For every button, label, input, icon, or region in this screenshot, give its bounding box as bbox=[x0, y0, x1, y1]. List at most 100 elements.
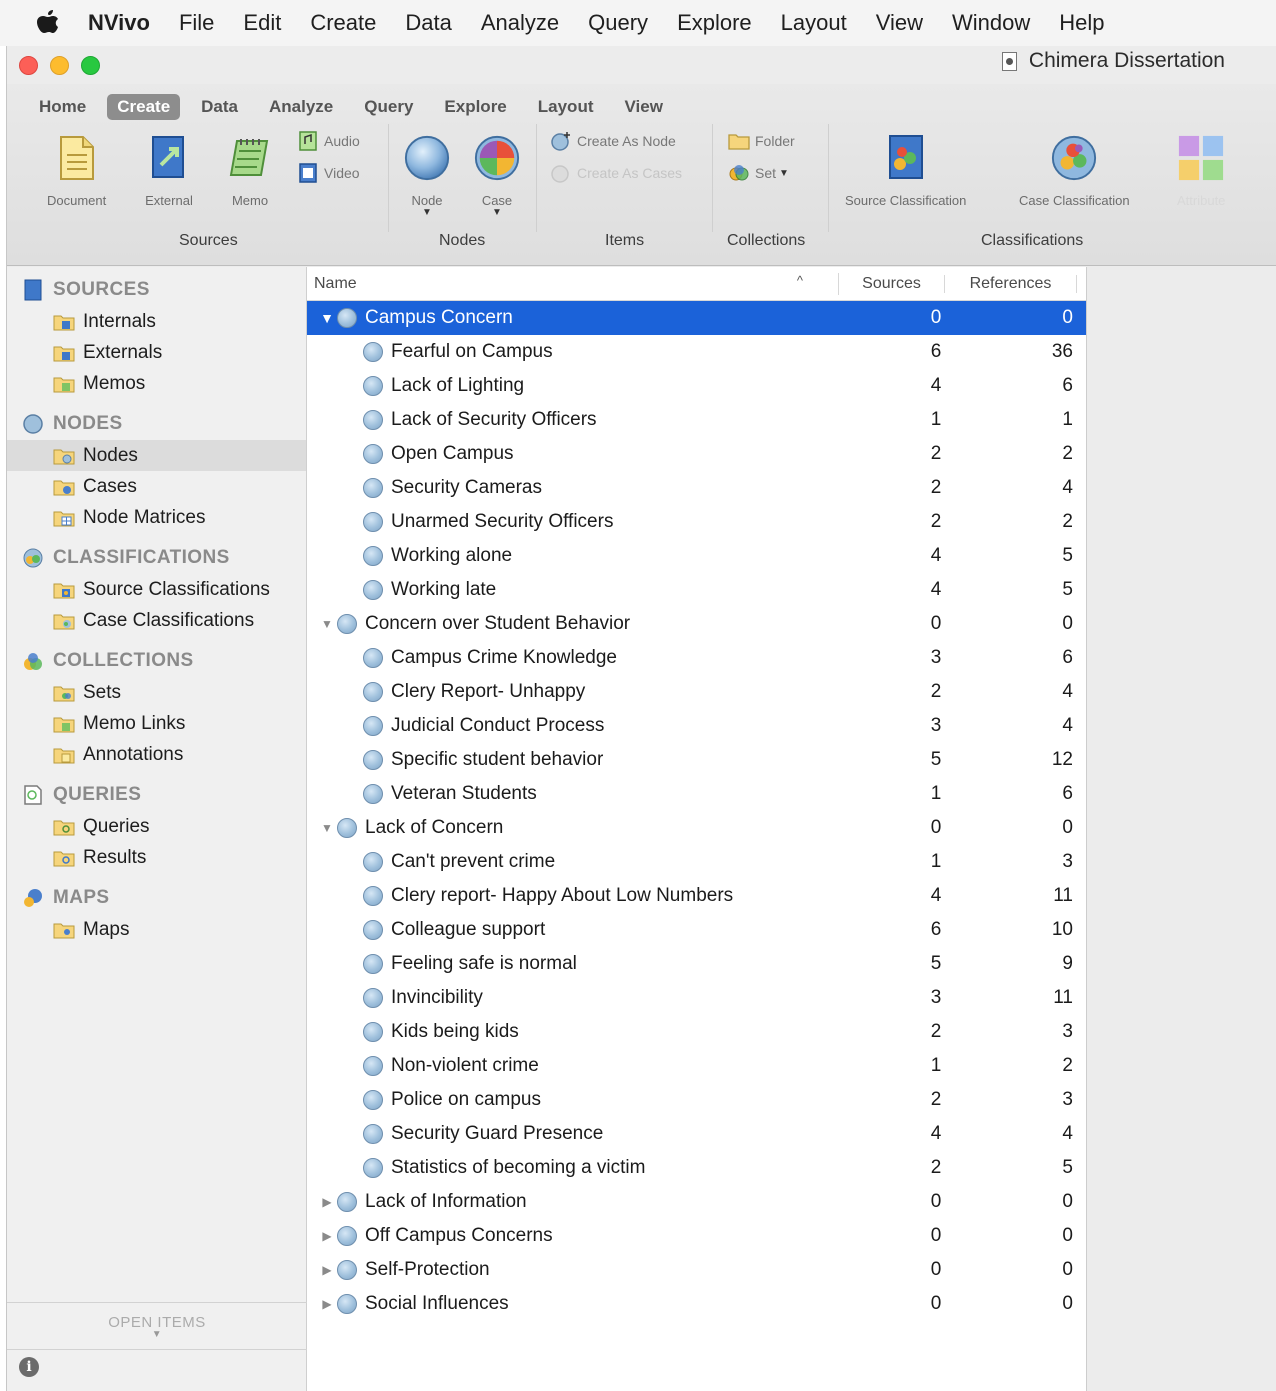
sidebar-item-memos[interactable]: Memos bbox=[7, 368, 306, 399]
sidebar-item-results[interactable]: Results bbox=[7, 842, 306, 873]
menu-analyze[interactable]: Analyze bbox=[481, 10, 559, 36]
sidebar-item-maps[interactable]: Maps bbox=[7, 914, 306, 945]
tab-data[interactable]: Data bbox=[191, 94, 248, 120]
disclosure-collapsed-icon[interactable]: ▶ bbox=[317, 1297, 337, 1311]
sidebar-item-queries[interactable]: Queries bbox=[7, 811, 306, 842]
menu-data[interactable]: Data bbox=[405, 10, 451, 36]
sidebar-section-queries[interactable]: QUERIES bbox=[7, 778, 306, 811]
table-row[interactable]: Veteran Students 1 6 bbox=[307, 777, 1086, 811]
case-classification-button[interactable]: Case Classification bbox=[1019, 132, 1130, 208]
table-row[interactable]: Specific student behavior 5 12 bbox=[307, 743, 1086, 777]
sidebar-section-collections[interactable]: COLLECTIONS bbox=[7, 644, 306, 677]
table-row[interactable]: Kids being kids 2 3 bbox=[307, 1015, 1086, 1049]
menu-layout[interactable]: Layout bbox=[781, 10, 847, 36]
table-row[interactable]: ▶ Social Influences 0 0 bbox=[307, 1287, 1086, 1321]
minimize-window-button[interactable] bbox=[50, 55, 69, 75]
create-as-node-button[interactable]: Create As Node bbox=[550, 130, 676, 152]
tab-create[interactable]: Create bbox=[107, 94, 181, 120]
video-button[interactable]: Video bbox=[297, 162, 360, 184]
sidebar-item-nodes[interactable]: Nodes bbox=[7, 440, 306, 471]
attribute-button[interactable]: Attribute bbox=[1177, 132, 1225, 208]
menu-window[interactable]: Window bbox=[952, 10, 1030, 36]
table-row[interactable]: Colleague support 6 10 bbox=[307, 913, 1086, 947]
source-classification-button[interactable]: Source Classification bbox=[845, 132, 966, 208]
document-button[interactable]: Document bbox=[47, 132, 106, 208]
sidebar-section-maps[interactable]: MAPS bbox=[7, 881, 306, 914]
table-row[interactable]: Working late 4 5 bbox=[307, 573, 1086, 607]
sidebar-item-externals[interactable]: Externals bbox=[7, 337, 306, 368]
create-as-cases-button[interactable]: Create As Cases bbox=[550, 162, 682, 184]
menu-view[interactable]: View bbox=[876, 10, 923, 36]
table-row[interactable]: Working alone 4 5 bbox=[307, 539, 1086, 573]
disclosure-expanded-icon[interactable]: ▼ bbox=[317, 821, 337, 835]
sidebar-item-node-matrices[interactable]: Node Matrices bbox=[7, 502, 306, 533]
table-row[interactable]: ▶ Off Campus Concerns 0 0 bbox=[307, 1219, 1086, 1253]
table-row[interactable]: Clery report- Happy About Low Numbers 4 11 bbox=[307, 879, 1086, 913]
node-button[interactable]: Node ▼ bbox=[403, 132, 451, 218]
memo-button[interactable]: Memo bbox=[226, 132, 274, 208]
table-row[interactable]: Invincibility 3 11 bbox=[307, 981, 1086, 1015]
menu-create[interactable]: Create bbox=[310, 10, 376, 36]
disclosure-collapsed-icon[interactable]: ▶ bbox=[317, 1195, 337, 1209]
sidebar-section-nodes[interactable]: NODES bbox=[7, 407, 306, 440]
menu-query[interactable]: Query bbox=[588, 10, 648, 36]
tab-view[interactable]: View bbox=[615, 94, 673, 120]
tab-explore[interactable]: Explore bbox=[434, 94, 516, 120]
sidebar-item-annotations[interactable]: Annotations bbox=[7, 739, 306, 770]
menu-edit[interactable]: Edit bbox=[243, 10, 281, 36]
tab-analyze[interactable]: Analyze bbox=[259, 94, 343, 120]
table-row[interactable]: Feeling safe is normal 5 9 bbox=[307, 947, 1086, 981]
tab-home[interactable]: Home bbox=[29, 94, 96, 120]
audio-button[interactable]: Audio bbox=[297, 130, 360, 152]
node-dropdown-arrow[interactable]: ▼ bbox=[422, 208, 432, 218]
case-dropdown-arrow[interactable]: ▼ bbox=[492, 208, 502, 218]
table-row[interactable]: Statistics of becoming a victim 2 5 bbox=[307, 1151, 1086, 1185]
table-row[interactable]: ▶ Self-Protection 0 0 bbox=[307, 1253, 1086, 1287]
table-row[interactable]: Can't prevent crime 1 3 bbox=[307, 845, 1086, 879]
table-row[interactable]: Unarmed Security Officers 2 2 bbox=[307, 505, 1086, 539]
sidebar-item-sets[interactable]: Sets bbox=[7, 677, 306, 708]
set-button[interactable]: Set ▼ bbox=[728, 162, 789, 184]
sidebar-section-sources[interactable]: SOURCES bbox=[7, 273, 306, 306]
folder-button[interactable]: Folder bbox=[728, 130, 795, 152]
zoom-window-button[interactable] bbox=[81, 55, 100, 75]
disclosure-collapsed-icon[interactable]: ▶ bbox=[317, 1229, 337, 1243]
info-icon[interactable]: i bbox=[19, 1357, 39, 1377]
apple-icon[interactable] bbox=[36, 9, 62, 37]
table-row[interactable]: Non-violent crime 1 2 bbox=[307, 1049, 1086, 1083]
menu-explore[interactable]: Explore bbox=[677, 10, 752, 36]
disclosure-expanded-icon[interactable]: ▼ bbox=[317, 310, 337, 326]
column-header-name[interactable]: Name ^ bbox=[307, 273, 803, 293]
sidebar-section-classifications[interactable]: CLASSIFICATIONS bbox=[7, 541, 306, 574]
menu-help[interactable]: Help bbox=[1059, 10, 1104, 36]
external-button[interactable]: External bbox=[145, 132, 193, 208]
sidebar-item-case-classifications[interactable]: Case Classifications bbox=[7, 605, 306, 636]
close-window-button[interactable] bbox=[19, 55, 38, 75]
tab-query[interactable]: Query bbox=[354, 94, 423, 120]
menu-file[interactable]: File bbox=[179, 10, 214, 36]
menu-app[interactable]: NVivo bbox=[88, 10, 150, 36]
table-row[interactable]: ▼ Concern over Student Behavior 0 0 bbox=[307, 607, 1086, 641]
column-header-sources[interactable]: Sources bbox=[839, 274, 945, 293]
table-row[interactable]: Lack of Lighting 4 6 bbox=[307, 369, 1086, 403]
disclosure-expanded-icon[interactable]: ▼ bbox=[317, 617, 337, 631]
table-row[interactable]: Security Guard Presence 4 4 bbox=[307, 1117, 1086, 1151]
sidebar-item-internals[interactable]: Internals bbox=[7, 306, 306, 337]
table-row[interactable]: Clery Report- Unhappy 2 4 bbox=[307, 675, 1086, 709]
sidebar-item-cases[interactable]: Cases bbox=[7, 471, 306, 502]
table-row[interactable]: Security Cameras 2 4 bbox=[307, 471, 1086, 505]
table-row[interactable]: ▼ Lack of Concern 0 0 bbox=[307, 811, 1086, 845]
table-row[interactable]: Judicial Conduct Process 3 4 bbox=[307, 709, 1086, 743]
column-header-references[interactable]: References bbox=[945, 274, 1077, 293]
table-row[interactable]: ▶ Lack of Information 0 0 bbox=[307, 1185, 1086, 1219]
table-row[interactable]: ▼ Campus Concern 0 0 bbox=[307, 301, 1086, 335]
table-row[interactable]: Lack of Security Officers 1 1 bbox=[307, 403, 1086, 437]
open-items-toggle[interactable]: OPEN ITEMS ▼ bbox=[7, 1302, 307, 1350]
table-row[interactable]: Campus Crime Knowledge 3 6 bbox=[307, 641, 1086, 675]
sidebar-item-source-classifications[interactable]: Source Classifications bbox=[7, 574, 306, 605]
table-row[interactable]: Open Campus 2 2 bbox=[307, 437, 1086, 471]
sidebar-item-memo-links[interactable]: Memo Links bbox=[7, 708, 306, 739]
table-row[interactable]: Police on campus 2 3 bbox=[307, 1083, 1086, 1117]
tab-layout[interactable]: Layout bbox=[528, 94, 604, 120]
set-dropdown-arrow[interactable]: ▼ bbox=[779, 168, 789, 179]
